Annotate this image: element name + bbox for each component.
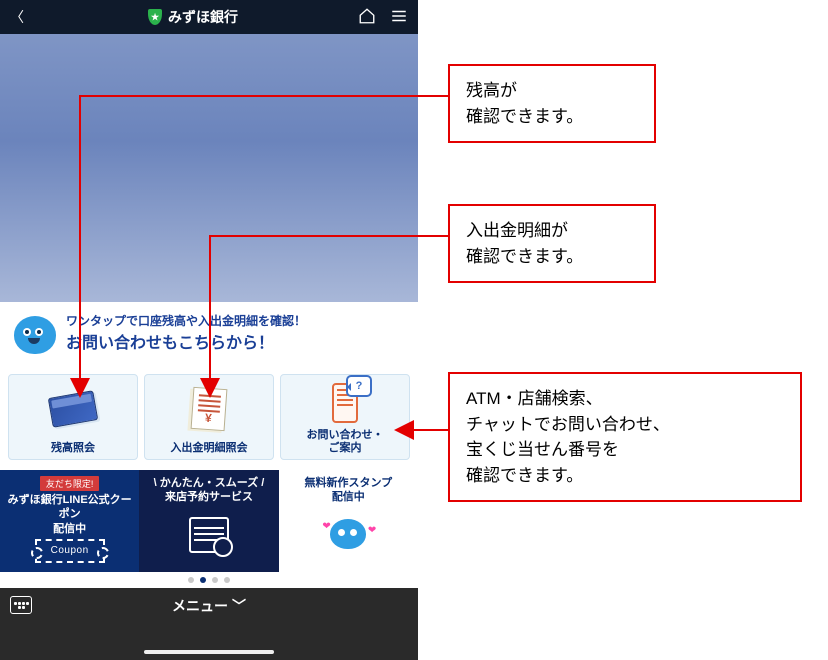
- app-topbar: 〈 ★ みずほ銀行: [0, 0, 418, 34]
- hero-image: [0, 34, 418, 302]
- banner-label: 無料新作スタンプ 配信中: [304, 476, 392, 505]
- coupon-icon: Coupon: [35, 539, 105, 563]
- mascot-stamp-icon: ❤❤: [324, 515, 372, 555]
- action-row: 残高照会 ¥ 入出金明細照会 ? お問い合わせ・ ご案内: [0, 370, 418, 470]
- carousel-indicator: [0, 572, 418, 588]
- app-title-text: みずほ銀行: [168, 7, 238, 27]
- banner-row: 友だち限定! みずほ銀行LINE公式クーポン 配信中 Coupon \ かんたん…: [0, 470, 418, 572]
- stamp-banner[interactable]: 無料新作スタンプ 配信中 ❤❤: [279, 470, 418, 572]
- hamburger-icon[interactable]: [390, 7, 408, 28]
- friends-only-tag: 友だち限定!: [40, 476, 100, 491]
- app-title: ★ みずほ銀行: [28, 7, 358, 27]
- callout-contact: ATM・店舗検索、 チャットでお問い合わせ、 宝くじ当せん番号を 確認できます。: [448, 372, 802, 502]
- prompt-line1: ワンタップで口座残高や入出金明細を確認！: [66, 312, 306, 329]
- prompt-section: ワンタップで口座残高や入出金明細を確認！ お問い合わせもこちらから！: [0, 302, 418, 370]
- home-icon[interactable]: [358, 7, 376, 28]
- keyboard-icon[interactable]: [10, 596, 32, 614]
- contact-info-button[interactable]: ? お問い合わせ・ ご案内: [280, 374, 410, 460]
- verified-shield-icon: ★: [148, 9, 162, 25]
- banner-label: みずほ銀行LINE公式クーポン 配信中: [4, 493, 135, 536]
- mascot-icon: [8, 310, 62, 364]
- callout-transactions: 入出金明細が 確認できます。: [448, 204, 656, 283]
- action-label: 残高照会: [51, 442, 95, 455]
- question-bubble-icon: ?: [346, 375, 372, 397]
- reservation-banner[interactable]: \ かんたん・スムーズ / 来店予約サービス: [139, 470, 278, 572]
- banner-label: \ かんたん・スムーズ / 来店予約サービス: [154, 476, 265, 505]
- cash-card-icon: [48, 391, 99, 429]
- action-label: 入出金明細照会: [171, 442, 248, 455]
- home-indicator: [144, 650, 274, 654]
- action-label: お問い合わせ・ ご案内: [307, 429, 384, 455]
- bottom-menu-bar: メニュー ﹀: [0, 588, 418, 660]
- menu-button[interactable]: メニュー ﹀: [172, 596, 246, 616]
- menu-label: メニュー: [172, 596, 228, 616]
- back-button[interactable]: 〈: [10, 7, 28, 27]
- coupon-banner[interactable]: 友だち限定! みずほ銀行LINE公式クーポン 配信中 Coupon: [0, 470, 139, 572]
- balance-inquiry-button[interactable]: 残高照会: [8, 374, 138, 460]
- calendar-clock-icon: [189, 517, 229, 553]
- prompt-line2: お問い合わせもこちらから！: [66, 329, 306, 353]
- chevron-down-icon: ﹀: [232, 596, 246, 616]
- statement-icon: ¥: [191, 387, 228, 431]
- phone-frame: 〈 ★ みずほ銀行: [0, 0, 418, 660]
- transaction-history-button[interactable]: ¥ 入出金明細照会: [144, 374, 274, 460]
- callout-balance: 残高が 確認できます。: [448, 64, 656, 143]
